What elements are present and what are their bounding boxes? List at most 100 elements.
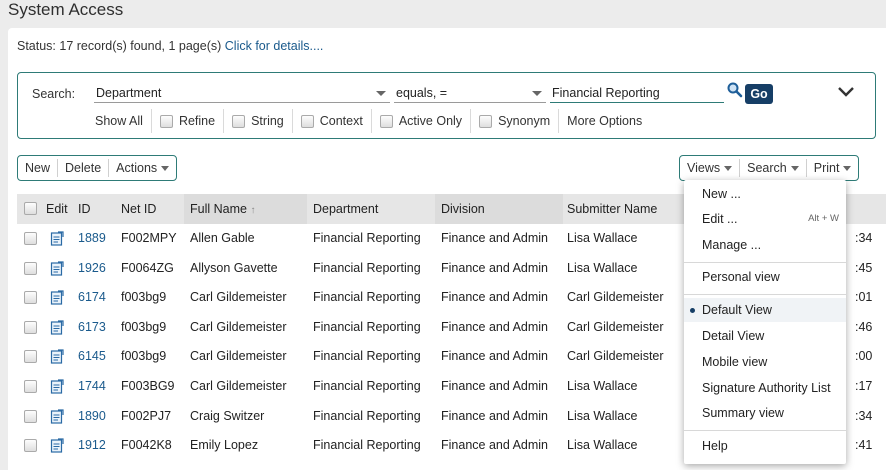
edit-record-icon[interactable] (50, 320, 64, 338)
show-all-link[interactable]: Show All (87, 109, 152, 133)
actions-dropdown-button[interactable]: Actions (109, 159, 176, 177)
string-checkbox[interactable] (232, 114, 246, 128)
new-button[interactable]: New (18, 159, 59, 177)
search-menu-label: Search (747, 161, 787, 175)
cell-id[interactable]: 1890 (78, 402, 106, 432)
refine-option[interactable]: Refine (152, 109, 225, 133)
cell-net-id: F002PJ7 (121, 408, 172, 423)
edit-record-icon[interactable] (50, 438, 64, 456)
cell-submitter: Lisa Wallace (567, 378, 638, 393)
string-label: String (251, 114, 284, 128)
cell-time: :45 (855, 260, 873, 275)
menu-item-label: Mobile view (702, 355, 768, 369)
context-label: Context (319, 114, 363, 128)
chevron-down-icon[interactable] (836, 85, 856, 102)
cell-division: Finance and Admin (441, 438, 549, 453)
select-all-checkbox[interactable] (24, 202, 37, 215)
search-operator-select[interactable]: equals, = (394, 83, 546, 103)
refine-checkbox[interactable] (159, 114, 173, 128)
column-header-department[interactable]: Department (313, 194, 378, 224)
column-header-edit: Edit (46, 202, 68, 216)
menu-item-help[interactable]: Help (684, 434, 846, 458)
cell-division: Finance and Admin (441, 378, 549, 393)
cell-id[interactable]: 6145 (78, 342, 106, 372)
menu-item-edit[interactable]: Edit ... Alt + W (684, 207, 846, 231)
edit-record-icon[interactable] (50, 260, 64, 279)
row-checkbox[interactable] (24, 320, 37, 334)
menu-item-manage[interactable]: Manage ... (684, 233, 846, 257)
menu-item-summary-view[interactable]: Summary view (684, 401, 846, 425)
cell-id[interactable]: 1744 (78, 372, 106, 402)
edit-record-icon[interactable] (50, 408, 64, 427)
cell-id[interactable]: 6173 (78, 313, 106, 343)
menu-item-mobile-view[interactable]: Mobile view (684, 350, 846, 374)
column-header-id[interactable]: ID (78, 194, 91, 224)
row-checkbox[interactable] (24, 409, 37, 423)
edit-record-icon[interactable] (50, 290, 64, 308)
column-header-full-name[interactable]: Full Name ↑ (184, 194, 307, 224)
search-label: Search: (32, 87, 76, 101)
synonym-option[interactable]: Synonym (471, 109, 560, 133)
delete-button[interactable]: Delete (58, 159, 110, 177)
context-checkbox[interactable] (300, 114, 314, 128)
row-checkbox[interactable] (24, 439, 37, 453)
column-header-net-id[interactable]: Net ID (121, 194, 156, 224)
menu-item-signature-authority-list[interactable]: Signature Authority List (684, 376, 846, 400)
column-header-submitter[interactable]: Submitter Name (567, 194, 657, 224)
more-options-link[interactable]: More Options (559, 109, 650, 133)
menu-item-label: Default View (702, 303, 772, 317)
cell-submitter: Carl Gildemeister (567, 349, 664, 364)
column-header-division[interactable]: Division (435, 194, 563, 224)
string-option[interactable]: String (224, 109, 293, 133)
cell-division: Finance and Admin (441, 408, 549, 423)
cell-department: Financial Reporting (313, 231, 421, 245)
cell-net-id: F0042K8 (121, 438, 172, 453)
menu-item-personal-view[interactable]: Personal view (684, 265, 846, 289)
views-dropdown-button[interactable]: Views (680, 159, 741, 177)
menu-item-label: Signature Authority List (702, 381, 831, 395)
active-only-checkbox[interactable] (379, 114, 393, 128)
cell-department: Financial Reporting (313, 349, 421, 364)
row-checkbox[interactable] (24, 232, 37, 245)
cell-full-name: Carl Gildemeister (190, 378, 287, 393)
print-dropdown-button[interactable]: Print (807, 159, 859, 177)
cell-net-id: F002MPY (121, 231, 177, 245)
row-checkbox[interactable] (24, 350, 37, 364)
cell-submitter: Lisa Wallace (567, 260, 638, 275)
context-option[interactable]: Context (293, 109, 372, 133)
search-dropdown-button[interactable]: Search (740, 159, 807, 177)
edit-record-icon[interactable] (50, 349, 64, 367)
menu-item-label: Detail View (702, 329, 765, 343)
cell-id[interactable]: 1912 (78, 431, 106, 461)
row-checkbox[interactable] (24, 291, 37, 305)
record-actions-toolbar: New Delete Actions (17, 155, 178, 181)
cell-id[interactable]: 1926 (78, 254, 106, 284)
show-all-label: Show All (95, 114, 143, 128)
cell-division: Finance and Admin (441, 231, 549, 245)
cell-id[interactable]: 1889 (78, 224, 106, 254)
search-icon[interactable] (727, 82, 743, 101)
row-checkbox[interactable] (24, 379, 37, 393)
active-only-option[interactable]: Active Only (372, 109, 472, 133)
edit-record-icon[interactable] (50, 379, 64, 397)
search-operator-value: equals, = (396, 86, 448, 100)
search-field-select[interactable]: Department (94, 83, 390, 103)
cell-id[interactable]: 6174 (78, 283, 106, 313)
cell-division: Finance and Admin (441, 290, 549, 305)
menu-item-new[interactable]: New ... (684, 182, 846, 206)
print-label: Print (813, 161, 840, 175)
search-input[interactable] (550, 83, 724, 103)
menu-item-default-view[interactable]: Default View (684, 298, 846, 322)
cell-time: :00 (855, 349, 873, 364)
details-link[interactable]: Click for details.... (225, 39, 324, 53)
cell-net-id: F003BG9 (121, 378, 175, 393)
cell-time: :34 (855, 231, 873, 245)
cell-submitter: Carl Gildemeister (567, 319, 664, 334)
menu-item-detail-view[interactable]: Detail View (684, 324, 846, 348)
edit-record-icon[interactable] (50, 231, 64, 249)
synonym-checkbox[interactable] (479, 114, 493, 128)
cell-net-id: f003bg9 (121, 290, 167, 305)
row-checkbox[interactable] (24, 261, 37, 275)
cell-full-name: Allen Gable (190, 231, 255, 245)
go-button[interactable]: Go (745, 84, 773, 104)
